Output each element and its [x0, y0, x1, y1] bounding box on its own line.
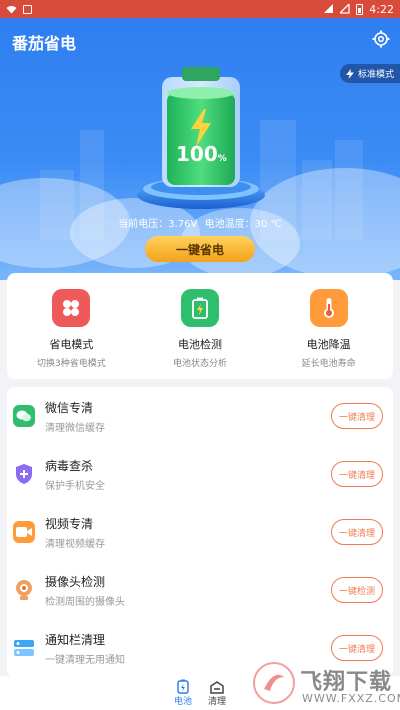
video-icon [13, 521, 35, 543]
shield-icon [13, 463, 35, 485]
cellular-icon [340, 4, 350, 14]
feature-title: 电池检测 [178, 338, 222, 351]
tab-clean-label: 清理 [208, 696, 227, 707]
wechat-clean-button[interactable]: 一键清理 [331, 403, 383, 429]
feature-card: 省电模式 切换3种省电模式 电池检测 电池状态分析 电池降温 延长电池寿命 [7, 273, 393, 379]
video-clean-button[interactable]: 一键清理 [331, 519, 383, 545]
temp-value: 30 ℃ [254, 219, 282, 230]
list-item-title: 病毒查杀 [45, 458, 94, 473]
list-item-wechat[interactable]: 微信专清 清理微信缓存 一键清理 [7, 387, 393, 445]
power-mode-icon [52, 289, 91, 327]
feature-title: 电池降温 [306, 338, 351, 351]
feature-subtitle: 切换3种省电模式 [36, 359, 106, 369]
hero-panel: 番茄省电 标准模式 100% 当前电压：3.76V 电池温度：30 ℃ 一键省电 [0, 18, 400, 280]
tool-list: 微信专清 清理微信缓存 一键清理 病毒查杀 保护手机安全 一键清理 视频专清 清… [7, 387, 393, 677]
clean-nav-icon [210, 680, 224, 694]
battery-status-icon [356, 3, 364, 15]
feature-battery-check[interactable]: 电池检测 电池状态分析 [136, 273, 265, 379]
wechat-icon [13, 405, 35, 427]
virus-clean-button[interactable]: 一键清理 [331, 461, 383, 487]
list-item-virus[interactable]: 病毒查杀 保护手机安全 一键清理 [7, 445, 393, 503]
list-item-title: 摄像头检测 [45, 574, 106, 589]
tab-battery-label: 电池 [173, 697, 192, 707]
feature-subtitle: 延长电池寿命 [301, 359, 356, 369]
mode-chip[interactable]: 标准模式 [339, 64, 400, 83]
list-item-subtitle: 保护手机安全 [45, 480, 105, 492]
list-item-camera[interactable]: 摄像头检测 检测周围的摄像头 一键检测 [7, 561, 393, 619]
list-item-title: 视频专清 [45, 516, 94, 531]
thermometer-icon [309, 289, 348, 327]
watermark-url: WWW.FXXZ.COM [302, 692, 400, 705]
battery-info: 当前电压：3.76V 电池温度：30 ℃ [0, 215, 400, 230]
list-item-title: 微信专清 [45, 400, 94, 415]
notification-status-icon [23, 4, 32, 14]
battery-percent: 100% [176, 142, 227, 166]
notification-icon [13, 637, 35, 659]
list-item-subtitle: 清理视频缓存 [45, 538, 105, 550]
signal-icon [324, 4, 334, 13]
camera-icon [13, 579, 35, 601]
list-item-video[interactable]: 视频专清 清理视频缓存 一键清理 [7, 503, 393, 561]
tab-battery[interactable]: 电池 [174, 679, 192, 707]
voltage-value: 3.76V [168, 219, 198, 230]
list-item-subtitle: 清理微信缓存 [45, 422, 105, 434]
feature-battery-cool[interactable]: 电池降温 延长电池寿命 [264, 273, 393, 379]
feature-subtitle: 电池状态分析 [173, 359, 228, 369]
one-key-save-button[interactable]: 一键省电 [145, 236, 255, 262]
temp-label: 电池温度： [204, 219, 255, 230]
voltage-label: 当前电压： [118, 219, 169, 230]
wifi-icon [6, 5, 17, 13]
mode-chip-label: 标准模式 [357, 70, 394, 80]
battery-percent-sign: % [217, 154, 227, 164]
camera-detect-button[interactable]: 一键检测 [331, 577, 383, 603]
tab-clean[interactable]: 清理 [208, 680, 226, 707]
feature-power-mode[interactable]: 省电模式 切换3种省电模式 [7, 273, 136, 379]
battery-check-icon [181, 289, 219, 327]
settings-gear-icon[interactable] [372, 30, 390, 48]
watermark: 飞翔下载 WWW.FXXZ.COM [250, 656, 400, 710]
list-item-title: 通知栏清理 [45, 632, 106, 647]
status-bar: 4:22 [0, 0, 400, 18]
lightning-icon [345, 68, 354, 79]
battery-illustration [137, 67, 265, 209]
app-title: 番茄省电 [12, 34, 77, 53]
feature-title: 省电模式 [49, 338, 94, 351]
list-item-subtitle: 检测周围的摄像头 [45, 596, 125, 608]
battery-nav-icon [177, 679, 189, 694]
battery-percent-value: 100 [176, 142, 218, 166]
status-time: 4:22 [369, 2, 394, 16]
watermark-logo [253, 662, 295, 704]
